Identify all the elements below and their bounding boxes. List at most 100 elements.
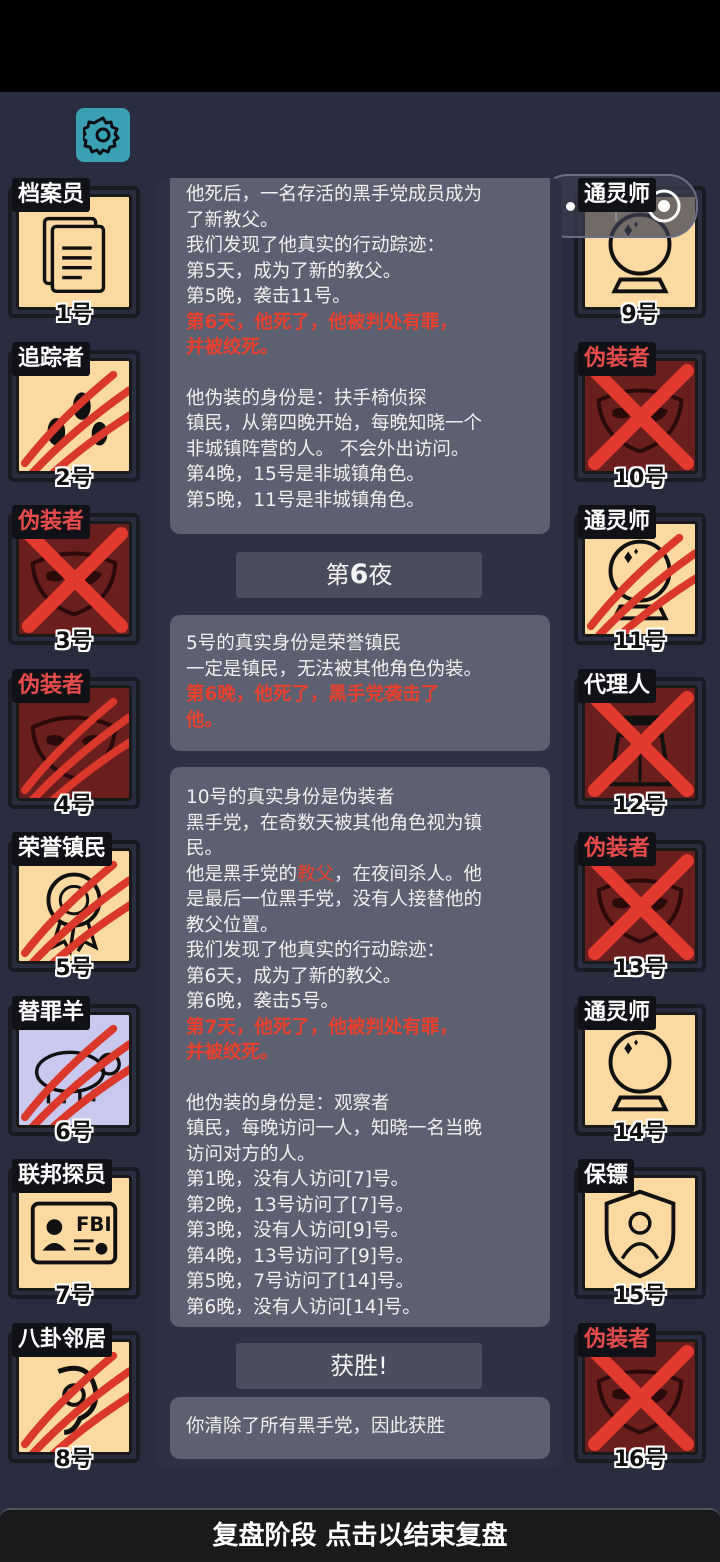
player-card-left-7[interactable]: FBI 联邦探员 7号 bbox=[8, 1159, 144, 1309]
role-name-label: 通灵师 bbox=[578, 505, 657, 539]
player-card-left-8[interactable]: 八卦邻居 8号 bbox=[8, 1322, 144, 1473]
mask-icon bbox=[587, 363, 695, 470]
fbi-badge-icon: FBI bbox=[30, 1201, 118, 1265]
log-line: 我们发现了他真实的行动踪迹： bbox=[186, 235, 446, 256]
status-bar bbox=[0, 0, 720, 92]
log-line: 我们发现了他真实的行动踪迹： bbox=[186, 940, 446, 961]
crystal-ball-icon bbox=[608, 1030, 672, 1111]
player-card-right-8[interactable]: 伪装者 16号 bbox=[574, 1322, 710, 1473]
player-number: 15号 bbox=[613, 1283, 667, 1308]
agent-coat-icon bbox=[587, 690, 695, 797]
victory-header: 获胜! bbox=[236, 1343, 482, 1389]
player-card-left-5[interactable]: 荣誉镇民 5号 bbox=[8, 832, 144, 982]
role-name-label: 代理人 bbox=[578, 668, 657, 703]
log-line: 一定是镇民，无法被其他角色伪装。 bbox=[186, 658, 483, 680]
night-header: 第6夜 bbox=[236, 552, 482, 598]
log-line: 了新教父。 bbox=[186, 209, 279, 231]
svg-text:FBI: FBI bbox=[76, 1213, 112, 1236]
settings-button[interactable] bbox=[76, 108, 130, 162]
player-number: 9号 bbox=[621, 302, 659, 327]
sheep-icon bbox=[20, 1024, 129, 1125]
role-name-label: 追踪者 bbox=[12, 341, 91, 376]
log-line: 他死后，一名存活的黑手党成员成为 bbox=[186, 184, 483, 205]
role-name-label: 荣誉镇民 bbox=[12, 832, 113, 866]
death-line: 第6晚，他死了，黑手党袭击了 bbox=[186, 684, 440, 705]
role-name-label: 伪装者 bbox=[12, 668, 91, 703]
player-number: 12号 bbox=[613, 792, 667, 818]
player-card-left-6[interactable]: 替罪羊 6号 bbox=[8, 995, 144, 1146]
log-line: 5号的真实身份是荣誉镇民 bbox=[186, 633, 402, 654]
log-line: 第6天，成为了新的教父。 bbox=[186, 965, 402, 987]
death-line: 他。 bbox=[186, 709, 224, 731]
player-number: 3号 bbox=[55, 629, 93, 654]
log-line: 第4晚，13号访问了[9]号。 bbox=[186, 1245, 415, 1267]
role-name-label: 伪装者 bbox=[578, 832, 657, 866]
player-card-right-3[interactable]: 通灵师 11号 bbox=[574, 505, 710, 655]
shield-person-icon bbox=[604, 1189, 676, 1279]
mask-icon bbox=[587, 1344, 695, 1451]
end-review-button[interactable]: 复盘阶段 点击以结束复盘 bbox=[0, 1508, 720, 1562]
log-line: 民。 bbox=[186, 838, 224, 859]
crystal-ball-icon bbox=[586, 533, 695, 634]
player-number: 11号 bbox=[613, 629, 667, 654]
player-card-right-5[interactable]: 伪装者 13号 bbox=[574, 832, 710, 982]
role-name-label: 档案员 bbox=[12, 178, 91, 212]
player-card-left-1[interactable]: 档案员 1号 bbox=[8, 178, 144, 328]
death-line: 第6天，他死了，他被判处有罪， bbox=[186, 311, 458, 333]
role-name-label: 联邦探员 bbox=[12, 1159, 113, 1193]
log-line: 镇民，每晚访问一人，知晓一名当晚 bbox=[186, 1118, 483, 1139]
log-entry: 他死后，一名存活的黑手党成员成为 了新教父。 我们发现了他真实的行动踪迹： 第5… bbox=[170, 178, 550, 534]
role-name-label: 通灵师 bbox=[578, 995, 657, 1030]
log-line: 第1晚，没有人访问[7]号。 bbox=[186, 1169, 409, 1190]
player-number: 5号 bbox=[55, 956, 93, 981]
player-card-right-6[interactable]: 通灵师 14号 bbox=[574, 995, 710, 1146]
log-line: 非城镇阵营的人。 不会外出访问。 bbox=[186, 438, 470, 460]
role-name-label: 通灵师 bbox=[578, 178, 657, 212]
mask-icon bbox=[20, 697, 129, 798]
log-line: 第6晚，没有人访问[14]号。 bbox=[186, 1296, 421, 1318]
log-line: 他是黑手党的教父，在夜间杀人。他 bbox=[186, 863, 483, 885]
death-line: 第7天，他死了，他被判处有罪， bbox=[186, 1016, 458, 1038]
log-line: 第5晚，袭击11号。 bbox=[186, 286, 351, 307]
log-line: 是最后一位黑手党，没有人接替他的 bbox=[186, 889, 483, 910]
player-card-left-4[interactable]: 伪装者 4号 bbox=[8, 668, 144, 819]
log-line: 镇民，从第四晚开始，每晚知晓一个 bbox=[186, 413, 483, 434]
player-number: 1号 bbox=[55, 302, 93, 327]
log-line: 访问对方的人。 bbox=[186, 1143, 316, 1165]
medal-icon bbox=[20, 860, 129, 961]
game-log-panel[interactable]: 他死后，一名存活的黑手党成员成为 了新教父。 我们发现了他真实的行动踪迹： 第5… bbox=[156, 178, 562, 1468]
claw-scratch-mark bbox=[20, 370, 118, 467]
player-card-left-3[interactable]: 伪装者 3号 bbox=[8, 505, 144, 655]
log-entry: 10号的真实身份是伪装者 黑手党，在奇数天被其他角色视为镇 民。 他是黑手党的教… bbox=[170, 767, 550, 1327]
log-line: 第5晚，7号访问了[14]号。 bbox=[186, 1271, 415, 1292]
role-name-label: 伪装者 bbox=[578, 341, 657, 376]
log-line: 第6晚，袭击5号。 bbox=[186, 991, 340, 1012]
log-line: 10号的真实身份是伪装者 bbox=[186, 787, 395, 808]
log-line: 第3晚，没有人访问[9]号。 bbox=[186, 1220, 409, 1241]
player-number: 14号 bbox=[613, 1119, 667, 1145]
player-card-right-7[interactable]: 保镖 15号 bbox=[574, 1159, 710, 1309]
player-number: 7号 bbox=[55, 1283, 93, 1308]
log-line: 他伪装的身份是：扶手椅侦探 bbox=[186, 387, 427, 409]
role-name-label: 八卦邻居 bbox=[12, 1322, 113, 1357]
player-number: 8号 bbox=[55, 1446, 93, 1472]
log-line: 黑手党，在奇数天被其他角色视为镇 bbox=[186, 812, 483, 834]
player-number: 4号 bbox=[55, 792, 93, 818]
player-card-right-2[interactable]: 伪装者 10号 bbox=[574, 341, 710, 492]
log-line: 第5晚，11号是非城镇角色。 bbox=[186, 489, 425, 511]
player-number: 16号 bbox=[613, 1446, 667, 1472]
role-name-label: 替罪羊 bbox=[12, 995, 91, 1030]
footprints-icon bbox=[20, 370, 129, 471]
player-card-right-4[interactable]: 代理人 12号 bbox=[574, 668, 710, 819]
player-number: 10号 bbox=[613, 465, 667, 491]
role-name-label: 保镖 bbox=[578, 1159, 635, 1193]
player-card-left-2[interactable]: 追踪者 2号 bbox=[8, 341, 144, 492]
log-line: 他伪装的身份是：观察者 bbox=[186, 1092, 390, 1114]
log-entry: 你清除了所有黑手党，因此获胜 bbox=[170, 1397, 550, 1459]
player-number: 6号 bbox=[55, 1119, 93, 1145]
log-entry: 5号的真实身份是荣誉镇民 一定是镇民，无法被其他角色伪装。 第6晚，他死了，黑手… bbox=[170, 615, 550, 751]
player-number: 2号 bbox=[55, 465, 93, 491]
log-line: 教父位置。 bbox=[186, 914, 279, 936]
log-line: 你清除了所有黑手党，因此获胜 bbox=[186, 1416, 446, 1437]
death-line: 并被绞死。 bbox=[186, 1042, 279, 1063]
